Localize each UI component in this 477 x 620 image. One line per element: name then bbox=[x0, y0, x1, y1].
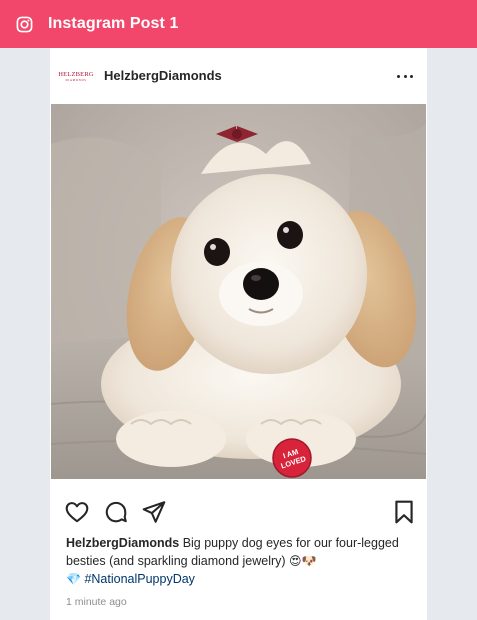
caption-emojis: 😍🐶 bbox=[289, 554, 317, 568]
post-header: HELZBERG DIAMONDS HelzbergDiamonds bbox=[50, 48, 427, 104]
post-username[interactable]: HelzbergDiamonds bbox=[104, 68, 222, 83]
avatar[interactable]: HELZBERG DIAMONDS bbox=[58, 65, 94, 87]
page-title: Instagram Post 1 bbox=[48, 15, 179, 32]
post-caption: HelzbergDiamonds Big puppy dog eyes for … bbox=[66, 534, 406, 588]
avatar-brand-subtext: DIAMONDS bbox=[65, 77, 87, 82]
avatar-brand-text: HELZBERG bbox=[58, 70, 94, 78]
comment-icon[interactable] bbox=[103, 499, 129, 525]
post-timestamp: 1 minute ago bbox=[66, 596, 127, 608]
heart-icon[interactable] bbox=[64, 499, 90, 525]
instagram-icon bbox=[16, 16, 33, 32]
post-image[interactable]: I AM LOVED bbox=[51, 104, 426, 479]
app-header: Instagram Post 1 bbox=[0, 0, 477, 48]
diamond-emoji: 💎 bbox=[66, 572, 81, 586]
caption-username[interactable]: HelzbergDiamonds bbox=[66, 536, 179, 550]
caption-hashtag[interactable]: #NationalPuppyDay bbox=[84, 572, 195, 586]
bookmark-icon[interactable] bbox=[391, 499, 417, 525]
instagram-post-card: HELZBERG DIAMONDS HelzbergDiamonds I AM … bbox=[50, 48, 427, 620]
dog-photo: I AM LOVED bbox=[51, 104, 426, 479]
post-actions bbox=[50, 496, 427, 526]
more-horizontal-icon[interactable] bbox=[397, 66, 413, 86]
paper-plane-icon[interactable] bbox=[141, 499, 167, 525]
